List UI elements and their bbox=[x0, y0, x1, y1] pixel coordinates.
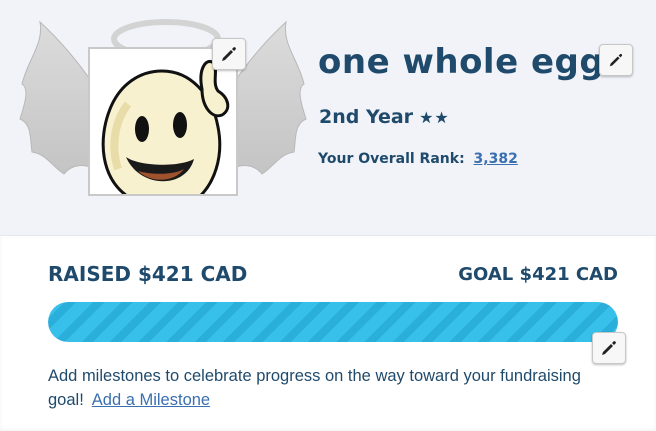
milestone-prompt: Add milestones to celebrate progress on … bbox=[48, 364, 608, 412]
pencil-icon bbox=[602, 341, 616, 355]
edit-avatar-button[interactable] bbox=[212, 38, 246, 70]
pencil-icon bbox=[222, 47, 236, 61]
star-icon: ★★ bbox=[419, 107, 450, 127]
progress-fill bbox=[48, 302, 618, 342]
avatar-area bbox=[18, 14, 308, 204]
egg-character-image bbox=[90, 49, 236, 194]
rank-link[interactable]: 3,382 bbox=[474, 151, 518, 167]
profile-name: one whole egg bbox=[318, 42, 605, 82]
edit-name-button[interactable] bbox=[599, 44, 633, 76]
add-milestone-link[interactable]: Add a Milestone bbox=[92, 391, 210, 409]
goal-amount: GOAL $421 CAD bbox=[458, 264, 618, 285]
pencil-icon bbox=[609, 53, 623, 67]
overall-rank: Your Overall Rank: 3,382 bbox=[318, 151, 518, 167]
rank-label: Your Overall Rank: bbox=[318, 151, 465, 167]
participation-year: 2nd Year bbox=[319, 106, 414, 128]
progress-bar bbox=[48, 302, 618, 342]
raised-amount: RAISED $421 CAD bbox=[48, 262, 248, 286]
edit-goal-button[interactable] bbox=[592, 332, 626, 364]
year-row: 2nd Year ★★ bbox=[319, 106, 450, 128]
